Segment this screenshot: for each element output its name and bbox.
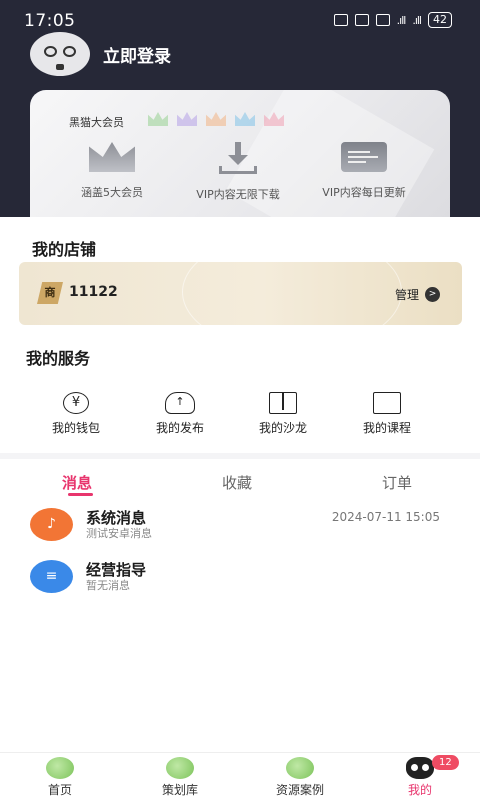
login-link[interactable]: 立即登录 xyxy=(103,42,171,67)
battery-icon: 42 xyxy=(428,12,452,28)
nav-home[interactable]: 首页 xyxy=(10,757,110,798)
message-subtitle: 暂无消息 xyxy=(86,579,130,592)
nav-label: 我的 xyxy=(407,783,432,797)
avatar-bowtie-icon xyxy=(56,64,64,70)
service-publish[interactable]: ↑ 我的发布 xyxy=(130,392,230,436)
section-divider xyxy=(0,453,480,459)
service-label: 我的课程 xyxy=(362,421,411,435)
vip-card[interactable]: 黑猫大会员 涵盖5大会员 VIP内容无限下载 VIP内容每日更新 xyxy=(30,90,450,220)
nav-label: 策划库 xyxy=(161,783,198,797)
service-label: 我的沙龙 xyxy=(258,421,307,435)
resource-icon xyxy=(286,757,314,779)
shop-manage-label: 管理 xyxy=(394,288,419,302)
notification-badge: 12 xyxy=(432,755,459,770)
nav-resources[interactable]: 资源案例 xyxy=(250,757,350,798)
crown-icon xyxy=(177,112,197,126)
download-icon xyxy=(215,142,261,174)
wifi-icon xyxy=(375,14,390,26)
nav-label: 资源案例 xyxy=(275,783,324,797)
status-time: 17:05 xyxy=(24,11,76,31)
crown-icon xyxy=(148,112,168,126)
upload-cloud-icon: ↑ xyxy=(165,392,195,414)
message-subtitle: 测试安卓消息 xyxy=(86,527,152,540)
shop-manage-button[interactable]: 管理 > xyxy=(395,286,440,303)
tab-favorites[interactable]: 收藏 xyxy=(222,472,252,493)
list-item-system-message[interactable]: ♪ 系统消息 测试安卓消息 2024-07-11 15:05 xyxy=(30,506,450,546)
vip-title: 黑猫大会员 xyxy=(69,116,124,129)
vip-crown-row xyxy=(148,112,284,126)
vip-feature-download[interactable]: VIP内容无限下载 xyxy=(168,142,308,202)
service-course[interactable]: 我的课程 xyxy=(337,392,437,436)
service-salon[interactable]: 我的沙龙 xyxy=(233,392,333,436)
crown-icon xyxy=(206,112,226,126)
nav-plan-library[interactable]: 策划库 xyxy=(130,757,230,798)
crown-icon xyxy=(235,112,255,126)
alarm-icon xyxy=(354,14,369,26)
avatar-glasses-icon xyxy=(44,46,76,58)
active-tab-indicator xyxy=(68,493,93,496)
video-icon xyxy=(373,392,401,414)
service-wallet[interactable]: ¥ 我的钱包 xyxy=(26,392,126,436)
signal-icon-1: .ıll xyxy=(396,13,407,27)
status-icons: .ıll .ıll 42 xyxy=(333,12,452,28)
shop-card[interactable]: 商 11122 管理 > xyxy=(19,262,462,325)
services-heading: 我的服务 xyxy=(26,349,91,368)
bottom-nav: 首页 策划库 资源案例 12 我的 xyxy=(0,752,480,800)
crown-icon xyxy=(264,112,284,126)
vip-feature-label: VIP内容无限下载 xyxy=(196,188,280,201)
vip-feature-members[interactable]: 涵盖5大会员 xyxy=(42,142,182,200)
tab-orders[interactable]: 订单 xyxy=(382,472,412,493)
vip-feature-label: VIP内容每日更新 xyxy=(322,186,406,199)
message-time: 2024-07-11 15:05 xyxy=(331,510,440,524)
avatar[interactable] xyxy=(30,32,90,76)
chevron-right-icon: > xyxy=(425,287,440,302)
shop-number: 11122 xyxy=(69,284,118,300)
list-item-business-guide[interactable]: ≡ 经营指导 暂无消息 xyxy=(30,558,450,598)
vip-feature-update[interactable]: VIP内容每日更新 xyxy=(294,142,434,200)
profile-header: 17:05 .ıll .ıll 42 立即登录 黑猫大会员 涵盖5大会员 VIP… xyxy=(0,0,480,220)
nav-label: 首页 xyxy=(47,783,72,797)
bell-icon: ♪ xyxy=(30,508,73,541)
vip-feature-label: 涵盖5大会员 xyxy=(81,186,143,199)
crown-icon xyxy=(89,142,135,172)
home-icon xyxy=(46,757,74,779)
shop-heading: 我的店铺 xyxy=(32,240,97,259)
nav-mine[interactable]: 12 我的 xyxy=(370,755,470,798)
shop-badge-icon: 商 xyxy=(37,282,63,304)
shop-card-decoration xyxy=(182,262,402,325)
wallet-icon: ¥ xyxy=(63,392,89,414)
notes-icon: ≡ xyxy=(30,560,73,593)
search-icon xyxy=(166,757,194,779)
book-icon xyxy=(269,392,297,414)
nfc-icon xyxy=(333,14,348,26)
document-icon xyxy=(341,142,387,172)
service-label: 我的钱包 xyxy=(51,421,100,435)
cat-icon xyxy=(406,757,434,779)
tab-messages[interactable]: 消息 xyxy=(62,472,92,493)
signal-icon-2: .ıll xyxy=(412,13,422,27)
service-label: 我的发布 xyxy=(155,421,204,435)
